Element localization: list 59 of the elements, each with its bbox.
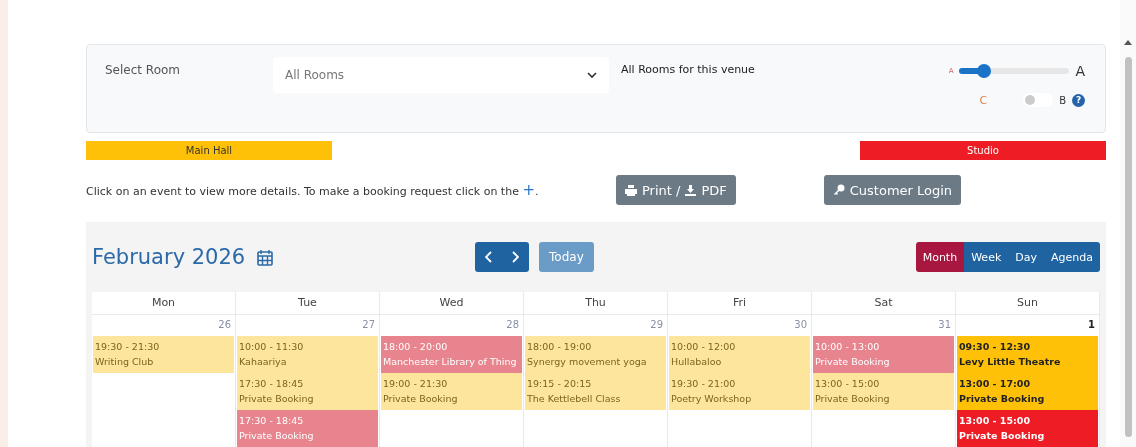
calendar-event[interactable]: 18:00 - 20:00 Manchester Library of Thing [381, 336, 522, 373]
weekday-header: Thu [524, 292, 668, 315]
chevron-right-icon[interactable] [511, 251, 520, 263]
chevron-left-icon[interactable] [485, 251, 494, 263]
calendar-event[interactable]: 10:00 - 12:00 Hullabaloo [669, 336, 810, 373]
calendar-event[interactable]: 18:00 - 19:00 Synergy movement yoga [525, 336, 666, 373]
room-legend: Studio [860, 141, 1106, 161]
calendar-event[interactable]: 19:15 - 20:15 The Kettlebell Class [525, 373, 666, 410]
prev-next-buttons[interactable] [475, 242, 530, 272]
scrollbar-thumb[interactable] [1124, 57, 1132, 437]
month-title: February 2026 [92, 245, 274, 269]
view-tab[interactable]: Agenda [1044, 242, 1100, 272]
toggle-label: B [1059, 94, 1066, 106]
calendar-event[interactable]: 19:30 - 21:30 Writing Club [93, 336, 234, 373]
help-icon[interactable]: ? [1072, 93, 1085, 107]
calendar-event[interactable]: 13:00 - 15:00 Private Booking [957, 410, 1098, 447]
weekday-header: Wed [380, 292, 524, 315]
calendar-event[interactable]: 13:00 - 17:00 Private Booking [957, 373, 1098, 410]
day-number: 26 [217, 318, 232, 332]
weekday-header: Fri [668, 292, 812, 315]
download-icon [685, 184, 697, 196]
calendar-event[interactable]: 09:30 - 12:30 Levy Little Theatre [957, 336, 1098, 373]
select-room-label: Select Room [105, 63, 181, 79]
scroll-up-icon[interactable] [1124, 40, 1132, 45]
contrast-toggle[interactable] [1023, 93, 1054, 107]
today-button[interactable]: Today [539, 242, 594, 272]
day-number: 31 [937, 318, 952, 332]
view-tab[interactable]: Month [915, 242, 965, 272]
weekday-header: Tue [236, 292, 380, 315]
day-number: 28 [505, 318, 520, 332]
day-number: 29 [649, 318, 664, 332]
calendar-event[interactable]: 13:00 - 15:00 Private Booking [813, 373, 954, 410]
key-icon [832, 184, 845, 197]
printer-icon [625, 184, 637, 196]
contrast-label: C [979, 93, 988, 107]
large-text-label: A [1075, 63, 1085, 79]
calendar-event[interactable]: 10:00 - 13:00 Private Booking [813, 336, 954, 373]
chevron-down-icon [587, 71, 597, 79]
calendar-event[interactable]: 19:00 - 21:30 Private Booking [381, 373, 522, 410]
weekday-header: Sat [812, 292, 956, 315]
view-tab[interactable]: Week [964, 242, 1009, 272]
day-number: 1 [1087, 318, 1096, 332]
instructions-text: Click on an event to view more details. To make a booking request click on the +. [86, 181, 540, 200]
room-description: All Rooms for this venue [621, 63, 756, 78]
print-pdf-button[interactable]: Print / PDF [616, 175, 736, 206]
slider-thumb[interactable] [976, 64, 991, 78]
weekday-header: Sun [956, 292, 1100, 315]
customer-login-button[interactable]: Customer Login [823, 175, 962, 206]
calendar-event[interactable]: 10:00 - 11:30 Kahaariya [237, 336, 378, 373]
calendar-event[interactable]: 17:30 - 18:45 Private Booking [237, 373, 378, 410]
view-tab[interactable]: Day [1008, 242, 1044, 272]
room-select[interactable]: All Rooms [273, 57, 609, 93]
calendar-event[interactable]: 17:30 - 18:45 Private Booking [237, 410, 378, 447]
weekday-header: Mon [92, 292, 236, 315]
day-number: 27 [361, 318, 376, 332]
day-number: 30 [793, 318, 808, 332]
room-legend: Main Hall [86, 141, 332, 161]
calendar-event[interactable]: 19:30 - 21:00 Poetry Workshop [669, 373, 810, 410]
calendar-icon[interactable] [257, 248, 274, 266]
